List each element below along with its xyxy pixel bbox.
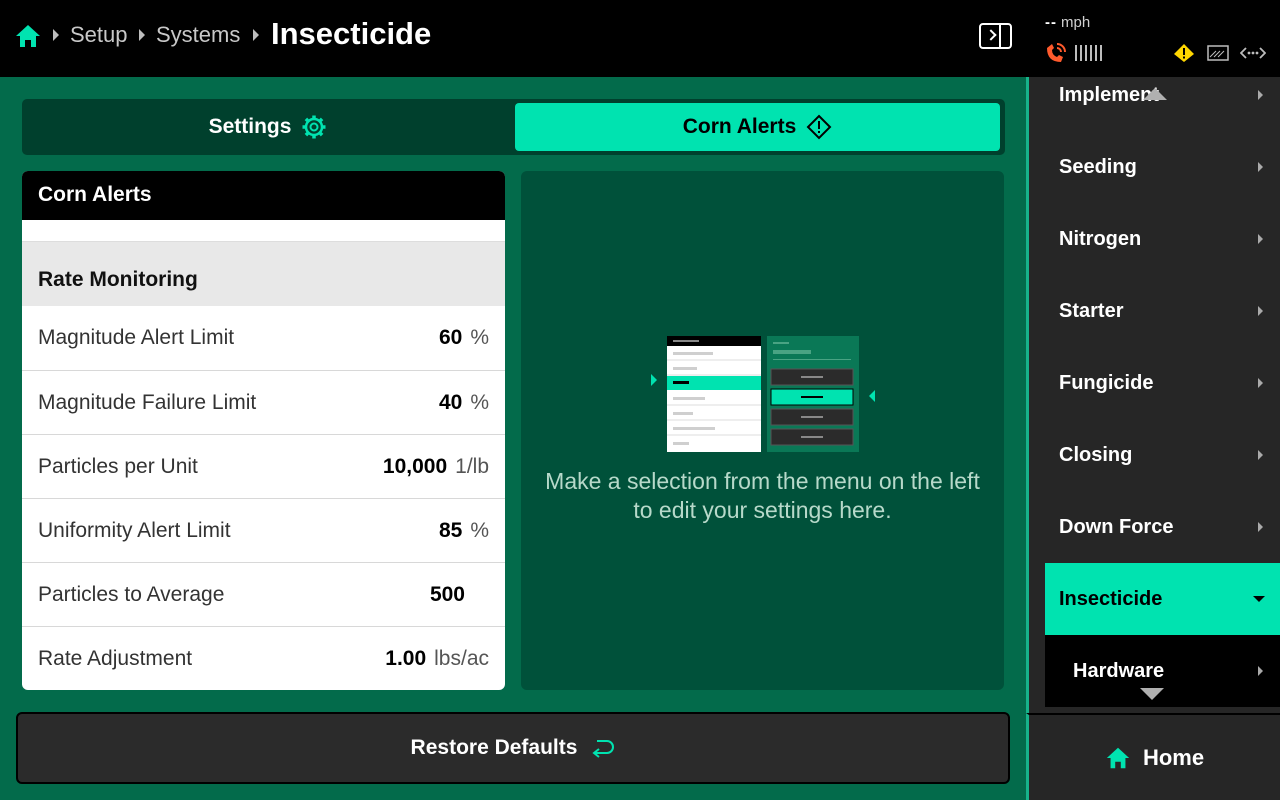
row-value: 85 [438, 518, 463, 542]
tab-bar: Settings Corn Alerts [22, 99, 1005, 155]
empty-state-message: Make a selection from the menu on the le… [545, 468, 980, 523]
breadcrumb-setup[interactable]: Setup [70, 22, 128, 48]
breadcrumb-separator-icon [53, 29, 59, 41]
row-unit: % [470, 390, 489, 414]
diamond-alert-icon [806, 114, 832, 140]
tab-corn-alerts[interactable]: Corn Alerts [515, 103, 1000, 151]
speed-unit: mph [1061, 14, 1091, 31]
sidebar-item-label: Seeding [1059, 155, 1137, 178]
page-title: Insecticide [271, 16, 432, 51]
settings-list: Magnitude Alert Limit 60 % Magnitude Fai… [22, 306, 505, 690]
chevron-right-icon [1258, 162, 1263, 172]
breadcrumb-separator-icon [139, 29, 145, 41]
corn-alerts-card: Corn Alerts Rate Monitoring Magnitude Al… [22, 171, 505, 690]
home-icon [1106, 747, 1130, 768]
chevron-right-icon [1258, 378, 1263, 388]
row-label: Particles per Unit [38, 454, 198, 478]
gps-disconnected-icon[interactable] [1043, 40, 1069, 66]
row-value: 500 [429, 582, 465, 606]
scroll-down-icon[interactable] [1140, 688, 1164, 700]
speed-readout: -- mph [1045, 14, 1090, 31]
chevron-right-icon [1258, 90, 1263, 100]
row-unit: lbs/ac [434, 646, 489, 670]
chevron-down-icon [1253, 596, 1265, 602]
breadcrumb-systems[interactable]: Systems [156, 22, 240, 48]
menu-illustration-icon [651, 336, 875, 452]
row-value: 10,000 [382, 454, 448, 478]
row-label: Uniformity Alert Limit [38, 518, 231, 542]
top-bar: Setup Systems Insecticide -- mph [0, 0, 1280, 77]
chevron-right-icon [1258, 450, 1263, 460]
sidebar-item-label: Nitrogen [1059, 227, 1142, 250]
sidebar-item-closing[interactable]: Closing [1045, 419, 1280, 491]
signal-bars-icon [1075, 45, 1102, 61]
chevron-right-icon [1258, 666, 1263, 676]
scroll-up-icon[interactable] [1143, 88, 1167, 100]
sidebar-item-insecticide[interactable]: Insecticide [1045, 563, 1280, 635]
section-rate-monitoring: Rate Monitoring [22, 242, 505, 306]
restore-defaults-button[interactable]: Restore Defaults [16, 712, 1010, 784]
restore-icon [592, 740, 615, 758]
gear-icon [302, 115, 326, 139]
row-label: Rate Adjustment [38, 646, 193, 670]
row-value: 40 [438, 390, 463, 414]
connection-icon[interactable] [1240, 45, 1266, 61]
restore-defaults-label: Restore Defaults [410, 736, 578, 759]
row-label: Magnitude Alert Limit [38, 326, 235, 349]
row-value: 1.00 [385, 646, 427, 670]
sidebar-item-label: Fungicide [1059, 371, 1154, 394]
row-label: Magnitude Failure Limit [38, 390, 257, 414]
warning-icon[interactable] [1173, 43, 1195, 63]
sidebar-item-starter[interactable]: Starter [1045, 275, 1280, 347]
row-unit: % [470, 326, 489, 349]
panel-toggle-icon[interactable] [979, 23, 1012, 49]
sidebar-item-label: Insecticide [1059, 587, 1163, 610]
sidebar-item-seeding[interactable]: Seeding [1045, 131, 1280, 203]
list-item[interactable]: Particles to Average 500 [22, 562, 505, 626]
sidebar-item-label: Down Force [1059, 515, 1174, 538]
row-value: 60 [438, 326, 463, 349]
speed-value: -- [1045, 14, 1057, 31]
row-unit: % [470, 518, 489, 542]
home-button-label: Home [1142, 744, 1205, 770]
home-button[interactable]: Home [1026, 713, 1280, 800]
display-icon[interactable] [1207, 45, 1229, 61]
sidebar-item-label: Hardware [1073, 659, 1165, 682]
tab-settings-label: Settings [208, 115, 292, 138]
sidebar-item-implement[interactable]: Implement [1045, 77, 1280, 131]
tab-settings[interactable]: Settings [26, 103, 510, 151]
sidebar-item-label: Starter [1059, 299, 1124, 322]
list-item[interactable]: Particles per Unit 10,000 1/lb [22, 434, 505, 498]
sidebar-item-fungicide[interactable]: Fungicide [1045, 347, 1280, 419]
chevron-right-icon [1258, 234, 1263, 244]
tab-corn-alerts-label: Corn Alerts [682, 115, 797, 138]
sidebar-nav: Implement Seeding Nitrogen Starter Fungi… [1026, 77, 1280, 713]
card-title: Corn Alerts [22, 171, 505, 220]
list-item[interactable]: Magnitude Alert Limit 60 % [22, 306, 505, 370]
breadcrumb-separator-icon [253, 29, 259, 41]
row-unit: 1/lb [455, 454, 489, 478]
chevron-right-icon [1258, 522, 1263, 532]
list-item[interactable]: Magnitude Failure Limit 40 % [22, 370, 505, 434]
sidebar-item-nitrogen[interactable]: Nitrogen [1045, 203, 1280, 275]
list-item[interactable]: Rate Adjustment 1.00 lbs/ac [22, 626, 505, 690]
card-spacer [22, 220, 505, 242]
chevron-right-icon [1258, 306, 1263, 316]
row-label: Particles to Average [38, 582, 225, 606]
list-item[interactable]: Uniformity Alert Limit 85 % [22, 498, 505, 562]
home-icon[interactable] [14, 22, 42, 50]
sidebar-item-down-force[interactable]: Down Force [1045, 491, 1280, 563]
info-panel: Make a selection from the menu on the le… [521, 171, 1004, 690]
sidebar-item-label: Closing [1059, 443, 1133, 466]
